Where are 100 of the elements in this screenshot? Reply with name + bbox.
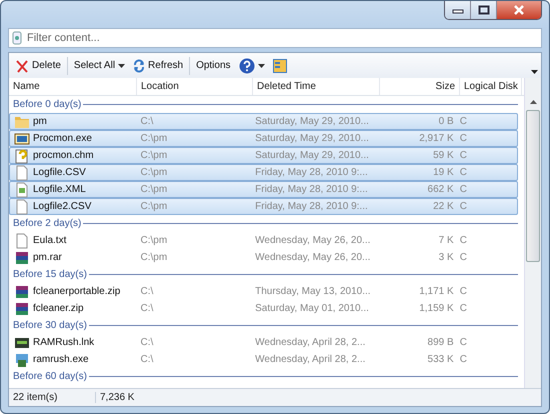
location-cell-text: C:\pm [139,184,168,195]
size-cell-text: 2,917 K [418,133,455,144]
size-cell-text: 3 K [438,252,455,263]
disk-cell-text: C [458,354,468,365]
disk-cell-text: C [458,235,468,246]
disk-cell-text: C [458,252,468,263]
location-cell-text: C:\ [139,286,154,297]
deleted-time-cell-text: Friday, May 28, 2010 9:... [254,184,369,195]
file-name: fcleaner.zip [33,303,84,314]
column-header[interactable]: Name [9,78,137,95]
overflow-icon[interactable] [531,70,538,74]
deleted-time-cell-text: Thursday, May 13, 2010... [254,286,372,297]
refresh-icon [133,58,146,72]
maximize-button[interactable] [471,1,497,19]
maximize-icon [478,5,490,15]
location-cell-text: C:\ [139,354,154,365]
file-row[interactable]: Logfile.CSV C:\pm Friday, May 28, 2010 9:... 19 K C [9,164,518,181]
help-icon [238,58,255,74]
file-row[interactable]: Logfile2.CSV C:\pm Friday, May 28, 2010 9:... 22 K C [9,198,518,215]
disk-cell-text: C [458,150,468,161]
deleted-time-cell-text: Wednesday, May 26, 20... [254,235,372,246]
select-all-button[interactable]: Select All [70,58,130,73]
deleted-time-cell-text: Wednesday, May 26, 20... [254,252,372,263]
file-name: ramrush.exe [33,354,89,365]
location-cell-text: C:\pm [139,252,168,263]
size-cell-text: 59 K [432,150,455,161]
application-icon [14,130,30,146]
size-cell-text: 22 K [432,201,455,212]
location-cell-text: C:\pm [139,133,168,144]
group-header[interactable]: Before 0 day(s) [13,99,82,110]
file-name: Eula.txt [33,235,66,246]
file-row[interactable]: procmon.chm C:\pm Saturday, May 29, 2010... 59 K C [9,147,518,164]
file-row[interactable]: Procmon.exe C:\pm Saturday, May 29, 2010... 2,917 K C [9,130,518,147]
size-cell-text: 1,159 K [418,303,455,314]
dropdown-arrow-icon [258,64,265,68]
deleted-time-cell-text: Saturday, May 29, 2010... [254,133,370,144]
status-text: 22 item(s) [9,392,96,403]
scroll-up-icon[interactable] [530,100,536,104]
file-row[interactable]: fcleanerportable.zip C:\ Thursday, May 13, 2010... 1,171 K C [9,283,518,300]
file-name: procmon.chm [33,150,94,161]
archive-icon [14,284,30,300]
size-cell-text: 899 B [426,337,455,348]
column-header[interactable]: Deleted Time [253,78,380,95]
file-row[interactable]: Eula.txt C:\pm Wednesday, May 26, 20... 7 K C [9,232,518,249]
disk-cell-text: C [458,133,468,144]
group-header[interactable]: Before 30 day(s) [13,320,87,331]
options-button[interactable]: Options [192,58,235,73]
close-button[interactable] [497,1,541,19]
column-header[interactable]: Size [380,78,460,95]
size-cell-text: 1,171 K [418,286,455,297]
close-icon [513,5,525,15]
file-name: fcleanerportable.zip [33,286,120,297]
disk-cell-text: C [458,337,468,348]
file-row[interactable]: Logfile.XML C:\pm Friday, May 28, 2010 9:... 662 K C [9,181,518,198]
size-cell-text: 19 K [432,167,455,178]
size-cell-text: 662 K [426,184,455,195]
file-row[interactable]: ramrush.exe C:\ Wednesday, April 28, 2... 533 K C [9,351,518,368]
minimize-button[interactable] [445,1,471,19]
refresh-button[interactable]: Refresh [129,56,188,74]
location-cell-text: C:\ [139,303,154,314]
file-name: Procmon.exe [33,133,92,144]
status-text: 7,236 K [99,392,136,403]
file-row[interactable]: fcleaner.zip C:\ Saturday, May 01, 2010... 1,159 K C [9,300,518,317]
location-cell-text: C:\ [139,337,154,348]
size-cell-text: 0 B [438,116,455,127]
disk-cell-text: C [458,116,468,127]
file-name: pm.rar [33,252,62,263]
group-header[interactable]: Before 15 day(s) [13,269,87,280]
file-row[interactable]: pm.rar C:\pm Wednesday, May 26, 20... 3 K C [9,249,518,266]
disk-cell-text: C [458,303,468,314]
archive-icon [14,250,30,266]
scrollbar[interactable] [524,78,541,388]
filter-field[interactable]: Filter content... [8,28,542,48]
file-name: RAMRush.lnk [33,337,94,348]
column-header[interactable]: Logical Disk [460,78,522,95]
disk-cell-text: C [458,184,468,195]
column-header[interactable]: Location [137,78,253,95]
location-cell-text: C:\pm [139,150,168,161]
group-header[interactable]: Before 60 day(s) [13,371,87,382]
size-cell-text: 7 K [438,235,455,246]
disk-cell-text: C [458,286,468,297]
view-icon [272,58,287,72]
deleted-time-cell-text: Saturday, May 29, 2010... [254,150,370,161]
disk-cell-text: C [458,201,468,212]
group-header[interactable]: Before 2 day(s) [13,218,82,229]
location-cell-text: C:\ [139,116,154,127]
file-name: Logfile.XML [33,184,86,195]
file-row[interactable]: pm C:\ Saturday, May 29, 2010... 0 B C [9,113,518,130]
delete-button[interactable]: Delete [11,56,65,74]
dropdown-arrow-icon [118,64,126,68]
deleted-time-cell-text: Saturday, May 01, 2010... [254,303,370,314]
deleted-time-cell-text: Friday, May 28, 2010 9:... [254,201,369,212]
deleted-time-cell-text: Wednesday, April 28, 2... [254,337,366,348]
file-row[interactable]: RAMRush.lnk C:\ Wednesday, April 28, 2... 899 B C [9,334,518,351]
document-icon [14,232,30,248]
file-name: pm [33,116,47,127]
xml-file-icon [14,182,30,198]
archive-icon [14,300,30,316]
location-cell-text: C:\pm [139,201,168,212]
file-name: Logfile2.CSV [33,201,92,212]
